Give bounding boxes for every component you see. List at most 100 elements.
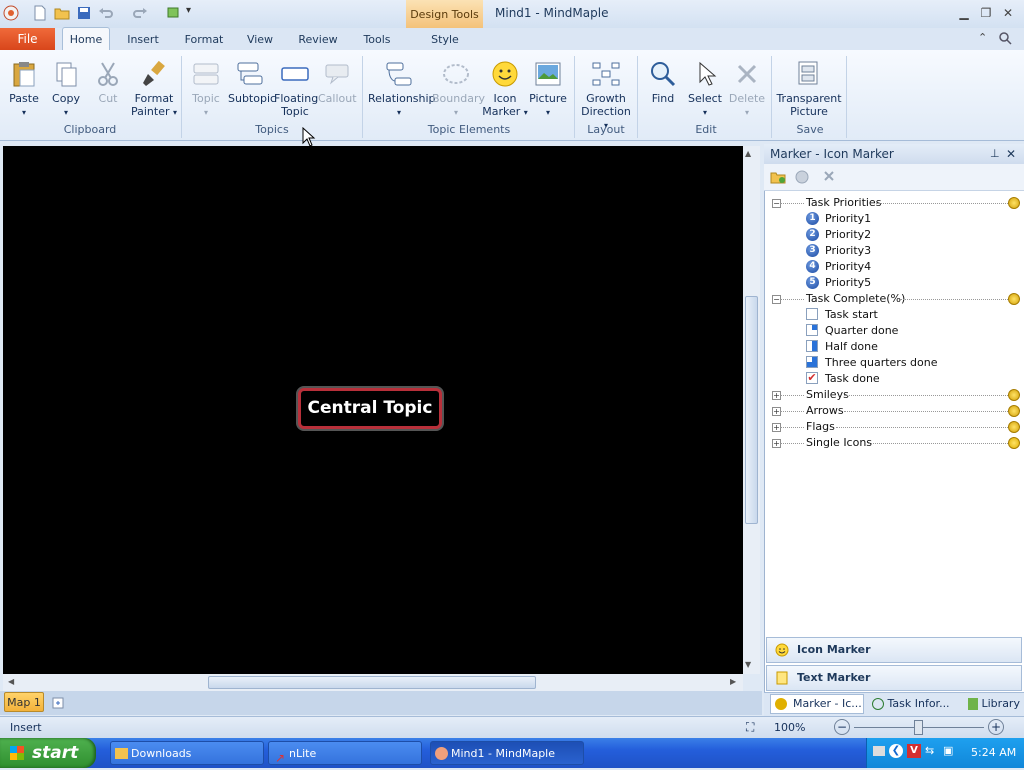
panel-tab-task-info[interactable]: Task Infor...: [872, 697, 950, 710]
growth-direction-icon: [592, 62, 620, 86]
zoom-in-icon[interactable]: +: [988, 719, 1004, 735]
taskbar-item-nlite[interactable]: ↗ nLite: [268, 741, 422, 765]
panel-close-icon[interactable]: ✕: [1006, 144, 1016, 164]
icon-marker-panel-button[interactable]: Icon Marker: [766, 637, 1022, 663]
undo-icon[interactable]: [98, 5, 114, 21]
tab-view[interactable]: View: [242, 28, 278, 50]
customize-toolbar-icon[interactable]: ▾: [186, 5, 202, 21]
tree-item-priority1[interactable]: 1 Priority1: [764, 211, 1024, 227]
topics-group-label: Topics: [255, 123, 289, 136]
tree-item-priority4[interactable]: 4 Priority4: [764, 259, 1024, 275]
zoom-slider-thumb[interactable]: [914, 720, 923, 735]
taskbar-item-mindmaple[interactable]: Mind1 - MindMaple: [430, 741, 584, 765]
tree-item-quarter-done[interactable]: Quarter done: [764, 323, 1024, 339]
find-button[interactable]: Find: [646, 60, 680, 105]
callout-button[interactable]: Callout: [318, 60, 357, 105]
tree-item-priority2[interactable]: 2 Priority2: [764, 227, 1024, 243]
restore-button[interactable]: ❐: [978, 6, 994, 20]
tree-group-task-complete[interactable]: − Task Complete(%): [764, 291, 1024, 307]
antivirus-icon[interactable]: V: [907, 744, 921, 758]
tab-format[interactable]: Format: [180, 28, 228, 50]
display-icon[interactable]: ▣: [943, 744, 957, 758]
relationship-button[interactable]: Relationship ▾: [368, 60, 436, 119]
tree-group-task-priorities[interactable]: − Task Priorities: [764, 195, 1024, 211]
tree-group-arrows[interactable]: + Arrows: [764, 403, 1024, 419]
vertical-scroll-thumb[interactable]: [745, 296, 758, 524]
subtopic-button[interactable]: Subtopic: [228, 60, 276, 105]
copy-button[interactable]: Copy ▾: [48, 60, 84, 119]
tree-item-task-done[interactable]: ✔ Task done: [764, 371, 1024, 387]
panel-tab-marker[interactable]: Marker - Ic...: [770, 694, 864, 714]
boundary-button[interactable]: Boundary ▾: [432, 60, 485, 119]
cut-button[interactable]: Cut: [92, 60, 124, 105]
scroll-left-icon[interactable]: ◀: [8, 677, 14, 686]
edit-group-label: Edit: [695, 123, 717, 136]
app-logo-icon[interactable]: [3, 5, 19, 21]
delete-marker-icon[interactable]: [822, 169, 836, 183]
group-divider: [362, 56, 363, 138]
pin-icon[interactable]: ⊥: [990, 144, 1000, 164]
tab-tools[interactable]: Tools: [358, 28, 396, 50]
select-button[interactable]: Select ▾: [686, 60, 724, 119]
new-sheet-icon[interactable]: [50, 695, 66, 711]
floating-topic-button[interactable]: Floating Topic: [274, 60, 318, 118]
tree-item-half-done[interactable]: Half done: [764, 339, 1024, 355]
scroll-up-icon[interactable]: ▲: [745, 149, 751, 158]
scroll-right-icon[interactable]: ▶: [730, 677, 736, 686]
zoom-out-icon[interactable]: −: [834, 719, 850, 735]
tab-review[interactable]: Review: [294, 28, 342, 50]
picture-button[interactable]: Picture ▾: [528, 60, 568, 119]
growth-direction-button[interactable]: Growth Direction ▾: [578, 60, 634, 132]
group-divider: [637, 56, 638, 138]
transparent-picture-button[interactable]: Transparent Picture: [776, 60, 842, 118]
panel-tab-marker-label: Marker - Ic...: [793, 697, 862, 710]
keyboard-icon[interactable]: [873, 746, 885, 756]
clock[interactable]: 5:24 AM: [971, 746, 1016, 759]
tree-item-priority3[interactable]: 3 Priority3: [764, 243, 1024, 259]
tree-item-task-start[interactable]: Task start: [764, 307, 1024, 323]
tree-group-flags[interactable]: + Flags: [764, 419, 1024, 435]
tab-style[interactable]: Style: [424, 28, 466, 50]
taskbar-item-downloads[interactable]: Downloads: [110, 741, 264, 765]
open-folder-icon[interactable]: [54, 5, 70, 21]
delete-label: Delete: [728, 92, 766, 105]
tree-item-three-quarters-done[interactable]: Three quarters done: [764, 355, 1024, 371]
collapse-ribbon-icon[interactable]: ⌃: [978, 31, 987, 44]
minimize-button[interactable]: ▁: [956, 6, 972, 20]
scroll-down-icon[interactable]: ▼: [745, 660, 751, 669]
add-marker-group-icon[interactable]: [770, 169, 786, 185]
new-file-icon[interactable]: [32, 5, 48, 21]
start-button[interactable]: start: [0, 738, 96, 768]
edit-marker-icon[interactable]: [794, 169, 810, 185]
central-topic[interactable]: Central Topic: [298, 388, 442, 429]
tab-file[interactable]: File: [0, 28, 55, 50]
network-icon[interactable]: ⇆: [925, 744, 939, 758]
icon-marker-button[interactable]: Icon Marker ▾: [482, 60, 528, 119]
paste-button[interactable]: Paste ▾: [6, 60, 42, 119]
tree-group-single-icons[interactable]: + Single Icons: [764, 435, 1024, 451]
group-divider: [846, 56, 847, 138]
close-button[interactable]: ✕: [1000, 6, 1016, 20]
growth-direction-label-1: Growth: [586, 92, 626, 105]
horizontal-scroll-thumb[interactable]: [208, 676, 536, 689]
redo-icon[interactable]: [132, 5, 148, 21]
delete-button[interactable]: Delete ▾: [728, 60, 766, 119]
panel-tab-library[interactable]: Library: [968, 697, 1020, 710]
format-painter-button[interactable]: Format Painter ▾: [130, 60, 178, 119]
tree-group-smileys[interactable]: + Smileys: [764, 387, 1024, 403]
tree-item-priority5[interactable]: 5 Priority5: [764, 275, 1024, 291]
scissors-icon: [98, 62, 118, 86]
topic-button[interactable]: Topic ▾: [188, 60, 224, 119]
tab-insert[interactable]: Insert: [120, 28, 166, 50]
tree-item-label: Priority5: [825, 276, 872, 289]
save-icon[interactable]: [76, 5, 92, 21]
tab-home[interactable]: Home: [62, 27, 110, 50]
cursor-arrow-icon: [699, 61, 717, 86]
text-marker-panel-button[interactable]: Text Marker: [766, 665, 1022, 691]
fit-map-icon[interactable]: ⛶: [746, 720, 754, 735]
help-search-icon[interactable]: [998, 31, 1012, 45]
tray-back-icon[interactable]: ❮: [889, 744, 903, 758]
quick-access-icon[interactable]: [166, 5, 182, 21]
sheet-tab-map1[interactable]: Map 1: [4, 692, 44, 712]
tree-group-label: Flags: [806, 420, 835, 433]
